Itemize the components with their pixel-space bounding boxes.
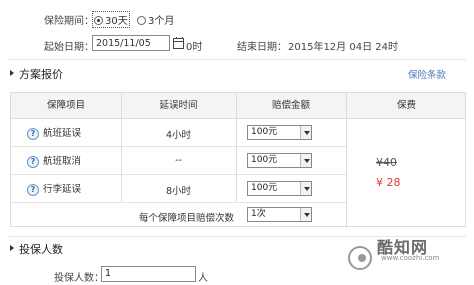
header-item: 保障项目 (46, 100, 85, 111)
period-option-3months[interactable]: 3个月 (137, 12, 174, 27)
insured-unit: 人 (198, 273, 208, 284)
start-hour: 0时 (186, 42, 203, 53)
amount-select[interactable]: 100元 (247, 153, 312, 168)
header-amount: 赔偿金额 (271, 100, 310, 111)
dropdown-arrow-icon (300, 154, 311, 167)
terms-link[interactable]: 保险条款 (408, 67, 446, 81)
start-date-label: 起始日期： (44, 42, 94, 53)
divider (8, 59, 466, 60)
period-option-30days[interactable]: 30天 (92, 11, 130, 28)
end-date-value: 2015年12月 04日 24时 (288, 42, 398, 53)
insured-count-input[interactable]: 1 (101, 266, 196, 282)
amount-select[interactable]: 100元 (247, 181, 312, 196)
help-icon[interactable]: ? (27, 183, 39, 196)
table-row: ? 航班延误 (27, 125, 81, 140)
insured-count-label: 投保人数： (54, 273, 104, 284)
header-delay: 延误时间 (159, 100, 198, 111)
help-icon[interactable]: ? (27, 127, 39, 140)
radio-checked-icon[interactable] (94, 16, 103, 25)
radio-icon[interactable] (137, 16, 146, 25)
calendar-icon[interactable] (173, 37, 184, 49)
section-arrow-icon (10, 245, 14, 251)
end-date-label: 结束日期： (237, 42, 287, 53)
table-row: ? 航班取消 (27, 153, 81, 168)
dropdown-arrow-icon (300, 208, 311, 221)
section-arrow-icon (10, 70, 14, 76)
delay-cell: 8小时 (165, 186, 192, 197)
help-icon[interactable]: ? (27, 155, 39, 168)
table-row: ? 行李延误 (27, 181, 81, 196)
dropdown-arrow-icon (300, 126, 311, 139)
period-label: 保险期间： (44, 16, 94, 27)
start-date-input[interactable]: 2015/11/05 (92, 35, 170, 51)
claims-select[interactable]: 1次 (247, 207, 312, 222)
delay-cell: 4小时 (165, 130, 192, 141)
watermark-url: www.coozhi.com (381, 254, 440, 262)
claims-label: 每个保障项目赔偿次数 (138, 213, 234, 224)
amount-select[interactable]: 100元 (247, 125, 312, 140)
delay-cell: -- (175, 155, 182, 166)
dropdown-arrow-icon (300, 182, 311, 195)
table-header: 保障项目 延误时间 赔偿金额 保费 (11, 93, 465, 119)
quote-table: 保障项目 延误时间 赔偿金额 保费 ? 航班延误 4小时 100元 ? 航班取消 -… (10, 92, 466, 228)
plan-title: 方案报价 (19, 68, 63, 81)
price: ¥ 28 (376, 176, 401, 189)
header-premium: 保费 (396, 100, 416, 111)
insured-title: 投保人数 (19, 243, 63, 256)
watermark-logo-icon (348, 246, 372, 270)
original-price: ¥40 (376, 156, 397, 169)
